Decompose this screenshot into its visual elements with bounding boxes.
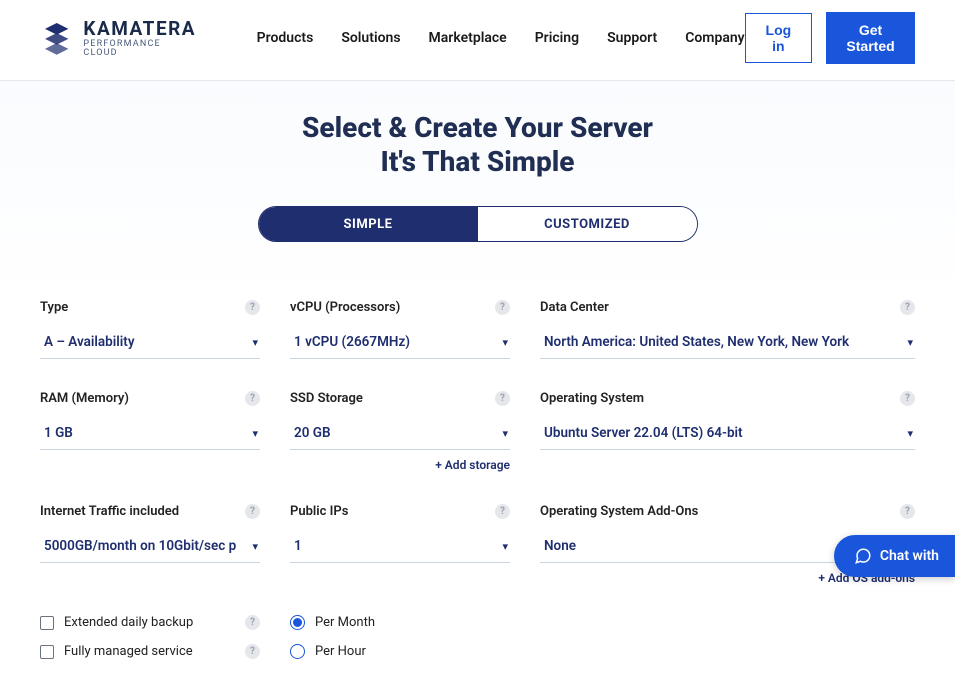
chat-widget[interactable]: Chat with bbox=[834, 535, 955, 577]
radio-per-month-row: Per Month bbox=[290, 615, 510, 630]
field-traffic: Internet Traffic included ? 5000GB/month… bbox=[40, 502, 260, 585]
label-per-hour: Per Hour bbox=[315, 644, 366, 659]
select-os[interactable]: Ubuntu Server 22.04 (LTS) 64-bit ▾ bbox=[540, 419, 915, 450]
label-vcpu: vCPU (Processors) bbox=[290, 300, 400, 315]
field-type: Type ? A – Availability ▾ bbox=[40, 298, 260, 359]
help-icon[interactable]: ? bbox=[245, 300, 260, 315]
toggle-simple[interactable]: SIMPLE bbox=[259, 207, 478, 241]
get-started-button[interactable]: Get Started bbox=[826, 12, 915, 64]
chevron-down-icon: ▾ bbox=[502, 540, 508, 553]
logo[interactable]: KAMATERA PERFORMANCE CLOUD bbox=[40, 19, 197, 58]
nav-support[interactable]: Support bbox=[607, 30, 657, 46]
label-ssd: SSD Storage bbox=[290, 391, 363, 406]
label-dc: Data Center bbox=[540, 300, 609, 315]
label-addons: Operating System Add-Ons bbox=[540, 504, 698, 519]
help-icon[interactable]: ? bbox=[900, 504, 915, 519]
chat-icon bbox=[854, 547, 872, 565]
label-os: Operating System bbox=[540, 391, 644, 406]
help-icon[interactable]: ? bbox=[245, 615, 260, 630]
header: KAMATERA PERFORMANCE CLOUD Products Solu… bbox=[0, 0, 955, 81]
checkbox-backup[interactable] bbox=[40, 616, 54, 630]
label-managed: Fully managed service bbox=[64, 644, 193, 659]
select-ram[interactable]: 1 GB ▾ bbox=[40, 419, 260, 450]
chevron-down-icon: ▾ bbox=[907, 427, 913, 440]
chevron-down-icon: ▾ bbox=[252, 540, 258, 553]
chevron-down-icon: ▾ bbox=[502, 427, 508, 440]
help-icon[interactable]: ? bbox=[900, 391, 915, 406]
label-traffic: Internet Traffic included bbox=[40, 504, 179, 519]
nav-marketplace[interactable]: Marketplace bbox=[429, 30, 507, 46]
field-ips: Public IPs ? 1 ▾ bbox=[290, 502, 510, 585]
chevron-down-icon: ▾ bbox=[502, 336, 508, 349]
toggle-customized[interactable]: CUSTOMIZED bbox=[478, 207, 697, 241]
add-storage-link[interactable]: + Add storage bbox=[290, 458, 510, 472]
field-dc: Data Center ? North America: United Stat… bbox=[540, 298, 915, 359]
select-type[interactable]: A – Availability ▾ bbox=[40, 328, 260, 359]
help-icon[interactable]: ? bbox=[900, 300, 915, 315]
nav-solutions[interactable]: Solutions bbox=[341, 30, 400, 46]
nav-pricing[interactable]: Pricing bbox=[535, 30, 579, 46]
main-nav: Products Solutions Marketplace Pricing S… bbox=[257, 30, 745, 46]
field-vcpu: vCPU (Processors) ? 1 vCPU (2667MHz) ▾ bbox=[290, 298, 510, 359]
help-icon[interactable]: ? bbox=[245, 391, 260, 406]
radio-per-hour[interactable] bbox=[290, 644, 305, 659]
brand-sub: PERFORMANCE CLOUD bbox=[83, 40, 196, 58]
kamatera-logo-icon bbox=[40, 21, 73, 55]
label-per-month: Per Month bbox=[315, 615, 375, 630]
field-ram: RAM (Memory) ? 1 GB ▾ bbox=[40, 389, 260, 472]
chevron-down-icon: ▾ bbox=[907, 336, 913, 349]
chevron-down-icon: ▾ bbox=[252, 427, 258, 440]
hero: Select & Create Your Server It's That Si… bbox=[0, 81, 955, 298]
login-button[interactable]: Log in bbox=[745, 13, 812, 63]
label-ips: Public IPs bbox=[290, 504, 348, 519]
radio-per-month[interactable] bbox=[290, 615, 305, 630]
label-type: Type bbox=[40, 300, 68, 315]
select-dc[interactable]: North America: United States, New York, … bbox=[540, 328, 915, 359]
brand-name: KAMATERA bbox=[83, 19, 196, 38]
radio-per-hour-row: Per Hour bbox=[290, 644, 510, 659]
select-ips[interactable]: 1 ▾ bbox=[290, 532, 510, 563]
checkbox-managed-row: Fully managed service ? bbox=[40, 644, 260, 659]
chat-label: Chat with bbox=[880, 548, 939, 564]
nav-products[interactable]: Products bbox=[257, 30, 314, 46]
help-icon[interactable]: ? bbox=[495, 504, 510, 519]
field-ssd: SSD Storage ? 20 GB ▾ + Add storage bbox=[290, 389, 510, 472]
select-vcpu[interactable]: 1 vCPU (2667MHz) ▾ bbox=[290, 328, 510, 359]
help-icon[interactable]: ? bbox=[245, 644, 260, 659]
checkbox-backup-row: Extended daily backup ? bbox=[40, 615, 260, 630]
nav-company[interactable]: Company bbox=[685, 30, 744, 46]
help-icon[interactable]: ? bbox=[245, 504, 260, 519]
label-backup: Extended daily backup bbox=[64, 615, 193, 630]
hero-title-1: Select & Create Your Server bbox=[0, 111, 955, 145]
checkbox-managed[interactable] bbox=[40, 645, 54, 659]
help-icon[interactable]: ? bbox=[495, 300, 510, 315]
mode-toggle: SIMPLE CUSTOMIZED bbox=[258, 206, 698, 242]
select-ssd[interactable]: 20 GB ▾ bbox=[290, 419, 510, 450]
config-form: Type ? A – Availability ▾ vCPU (Processo… bbox=[0, 298, 955, 689]
label-ram: RAM (Memory) bbox=[40, 391, 129, 406]
select-traffic[interactable]: 5000GB/month on 10Gbit/sec p ▾ bbox=[40, 532, 260, 563]
field-os: Operating System ? Ubuntu Server 22.04 (… bbox=[540, 389, 915, 472]
chevron-down-icon: ▾ bbox=[252, 336, 258, 349]
hero-title-2: It's That Simple bbox=[0, 145, 955, 179]
help-icon[interactable]: ? bbox=[495, 391, 510, 406]
